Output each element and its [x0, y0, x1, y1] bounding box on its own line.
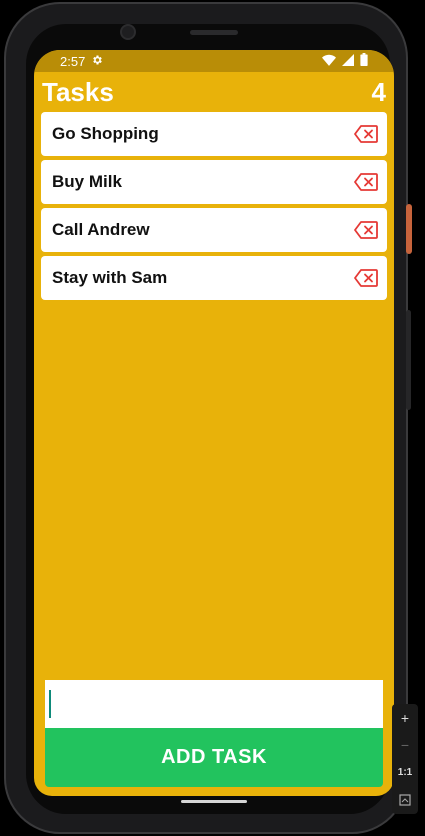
list-item: Stay with Sam: [41, 256, 387, 300]
delete-task-button[interactable]: [353, 268, 379, 288]
delete-task-button[interactable]: [353, 172, 379, 192]
app-screen: 2:57 Tasks 4 Go Shopping Buy Milk Call A…: [34, 50, 394, 796]
status-bar: 2:57: [34, 50, 394, 72]
backspace-icon: [354, 221, 378, 239]
backspace-icon: [354, 269, 378, 287]
task-label: Go Shopping: [52, 124, 159, 143]
power-button[interactable]: [406, 204, 412, 254]
home-indicator[interactable]: [181, 800, 247, 803]
wifi-icon: [322, 54, 336, 69]
task-count: 4: [371, 76, 386, 107]
fit-screen-icon[interactable]: [399, 788, 411, 812]
delete-task-button[interactable]: [353, 220, 379, 240]
page-title: Tasks: [42, 76, 114, 107]
app-header: Tasks 4: [34, 72, 394, 112]
signal-icon: [342, 53, 354, 69]
backspace-icon: [354, 173, 378, 191]
list-item: Buy Milk: [41, 160, 387, 204]
zoom-out-button[interactable]: −: [401, 733, 409, 757]
task-label: Buy Milk: [52, 172, 122, 191]
add-task-button[interactable]: ADD TASK: [45, 728, 383, 787]
task-label: Stay with Sam: [52, 268, 168, 287]
emulator-zoom-controls: + − 1:1: [392, 704, 418, 814]
list-item: Go Shopping: [41, 112, 387, 156]
list-item: Call Andrew: [41, 208, 387, 252]
battery-icon: [360, 53, 368, 69]
status-time: 2:57: [60, 53, 86, 69]
task-input-container: [45, 680, 383, 728]
task-list: Go Shopping Buy Milk Call Andrew Stay wi…: [34, 112, 394, 300]
zoom-in-button[interactable]: +: [401, 706, 409, 730]
front-camera: [120, 24, 136, 40]
backspace-icon: [354, 125, 378, 143]
gear-icon: [91, 54, 103, 69]
actual-size-button[interactable]: 1:1: [398, 761, 412, 785]
volume-button[interactable]: [406, 310, 411, 410]
task-input[interactable]: [49, 690, 383, 718]
delete-task-button[interactable]: [353, 124, 379, 144]
task-label: Call Andrew: [52, 220, 150, 239]
earpiece-speaker: [190, 30, 238, 35]
